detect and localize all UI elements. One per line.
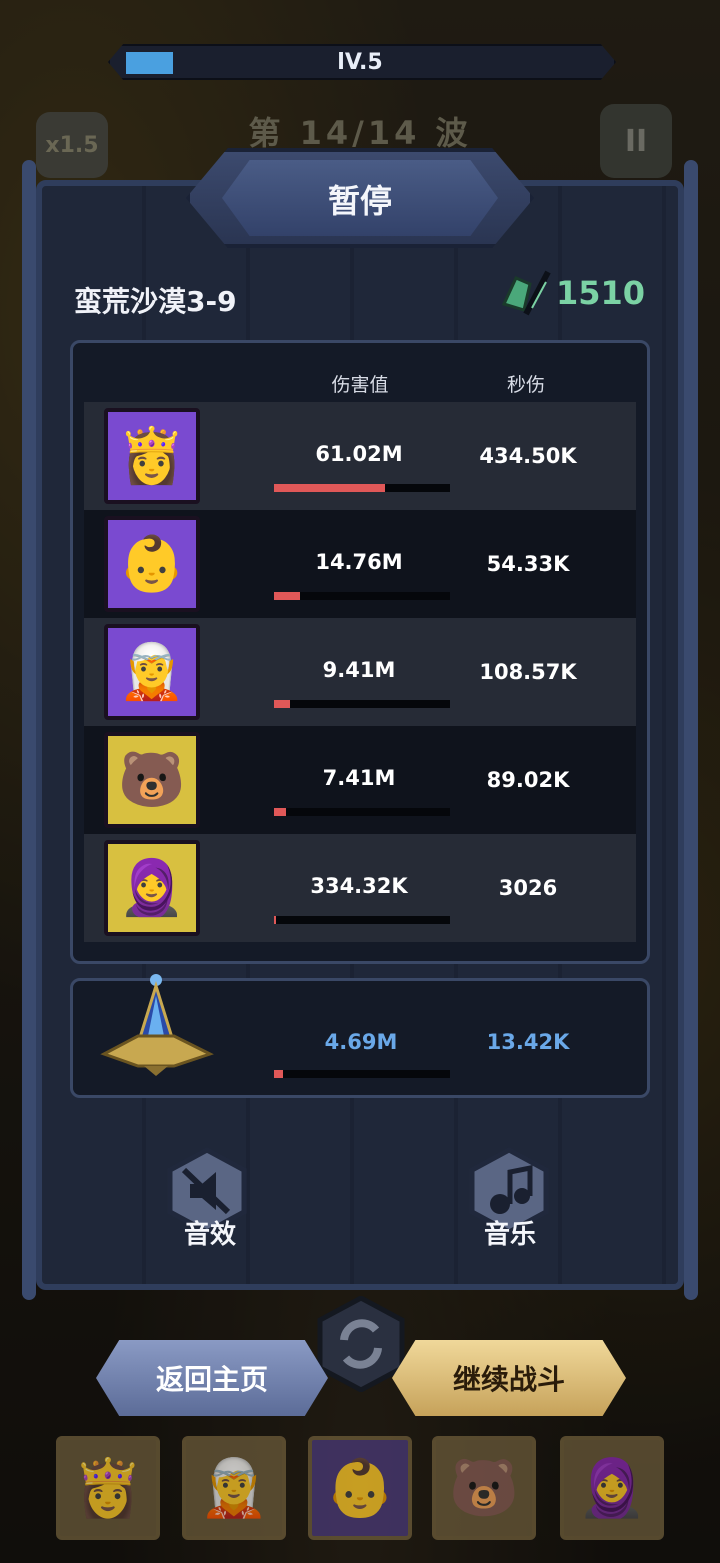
crystal-artifact-icon (100, 974, 214, 1076)
hero-dps-value: 3026 (498, 876, 558, 900)
artifact-damage-value: 4.69M (324, 1030, 398, 1054)
hero-stats-row: 👸 61.02M 434.50K (84, 402, 636, 510)
hero-damage-bar (274, 808, 450, 816)
sound-effects-label[interactable]: 音效 (150, 1214, 270, 1251)
panel-frame-left (22, 160, 36, 1300)
hero-damage-value: 61.02M (315, 442, 403, 466)
team-hero-slot[interactable]: 🧝 (182, 1436, 286, 1540)
team-hero-slot[interactable]: 👶 (308, 1436, 412, 1540)
hero-damage-bar-fill (274, 592, 300, 600)
hero-damage-bar (274, 484, 450, 492)
team-hero-slot[interactable]: 👸 (56, 1436, 160, 1540)
hero-damage-bar-fill (274, 916, 276, 924)
artifact-damage-bar-fill (274, 1070, 283, 1078)
hero-damage-value: 7.41M (322, 766, 396, 790)
purple-haired-hero-portrait: 🧝 (104, 624, 200, 720)
hero-damage-bar-fill (274, 700, 290, 708)
hero-dps-value: 89.02K (486, 768, 570, 792)
golden-haired-hero-portrait: 👸 (104, 408, 200, 504)
nun-hero-portrait: 🧕 (104, 840, 200, 936)
continue-battle-button[interactable]: 继续战斗 (392, 1340, 626, 1416)
dps-column-header: 秒伤 (506, 374, 545, 396)
hero-stats-row: 🐻 7.41M 89.02K (84, 726, 636, 834)
hero-damage-bar-fill (274, 484, 385, 492)
hero-stats-row: 🧕 334.32K 3026 (84, 834, 636, 942)
hero-damage-bar (274, 592, 450, 600)
stage-name: 蛮荒沙漠3-9 (74, 285, 237, 318)
return-home-button[interactable]: 返回主页 (96, 1340, 328, 1416)
spirit-baby-hero-portrait: 👶 (104, 516, 200, 612)
team-hero-slot[interactable]: 🐻 (432, 1436, 536, 1540)
pause-button[interactable]: II (600, 104, 672, 178)
combat-power-value: 1510 (556, 274, 646, 312)
hero-dps-value: 108.57K (479, 660, 577, 684)
hero-damage-value: 14.76M (315, 550, 403, 574)
hero-dps-value: 54.33K (486, 552, 570, 576)
panel-frame-right (684, 160, 698, 1300)
artifact-dps-value: 13.42K (486, 1030, 570, 1054)
hero-damage-bar (274, 916, 450, 924)
combat-power-icon (501, 270, 551, 316)
hero-damage-bar (274, 700, 450, 708)
hero-damage-value: 9.41M (322, 658, 396, 682)
hero-stats-row: 👶 14.76M 54.33K (84, 510, 636, 618)
music-label[interactable]: 音乐 (450, 1214, 570, 1251)
speed-button[interactable]: x1.5 (36, 112, 108, 178)
damage-column-header: 伤害值 (331, 374, 389, 396)
level-label: lV.5 (337, 50, 383, 75)
dialog-title: 暂停 (327, 182, 392, 220)
hero-dps-value: 434.50K (479, 444, 577, 468)
white-bear-hero-portrait: 🐻 (104, 732, 200, 828)
hero-damage-bar-fill (274, 808, 286, 816)
hero-damage-value: 334.32K (310, 874, 408, 898)
team-hero-slot[interactable]: 🧕 (560, 1436, 664, 1540)
hero-stats-row: 🧝 9.41M 108.57K (84, 618, 636, 726)
artifact-damage-bar (274, 1070, 450, 1078)
